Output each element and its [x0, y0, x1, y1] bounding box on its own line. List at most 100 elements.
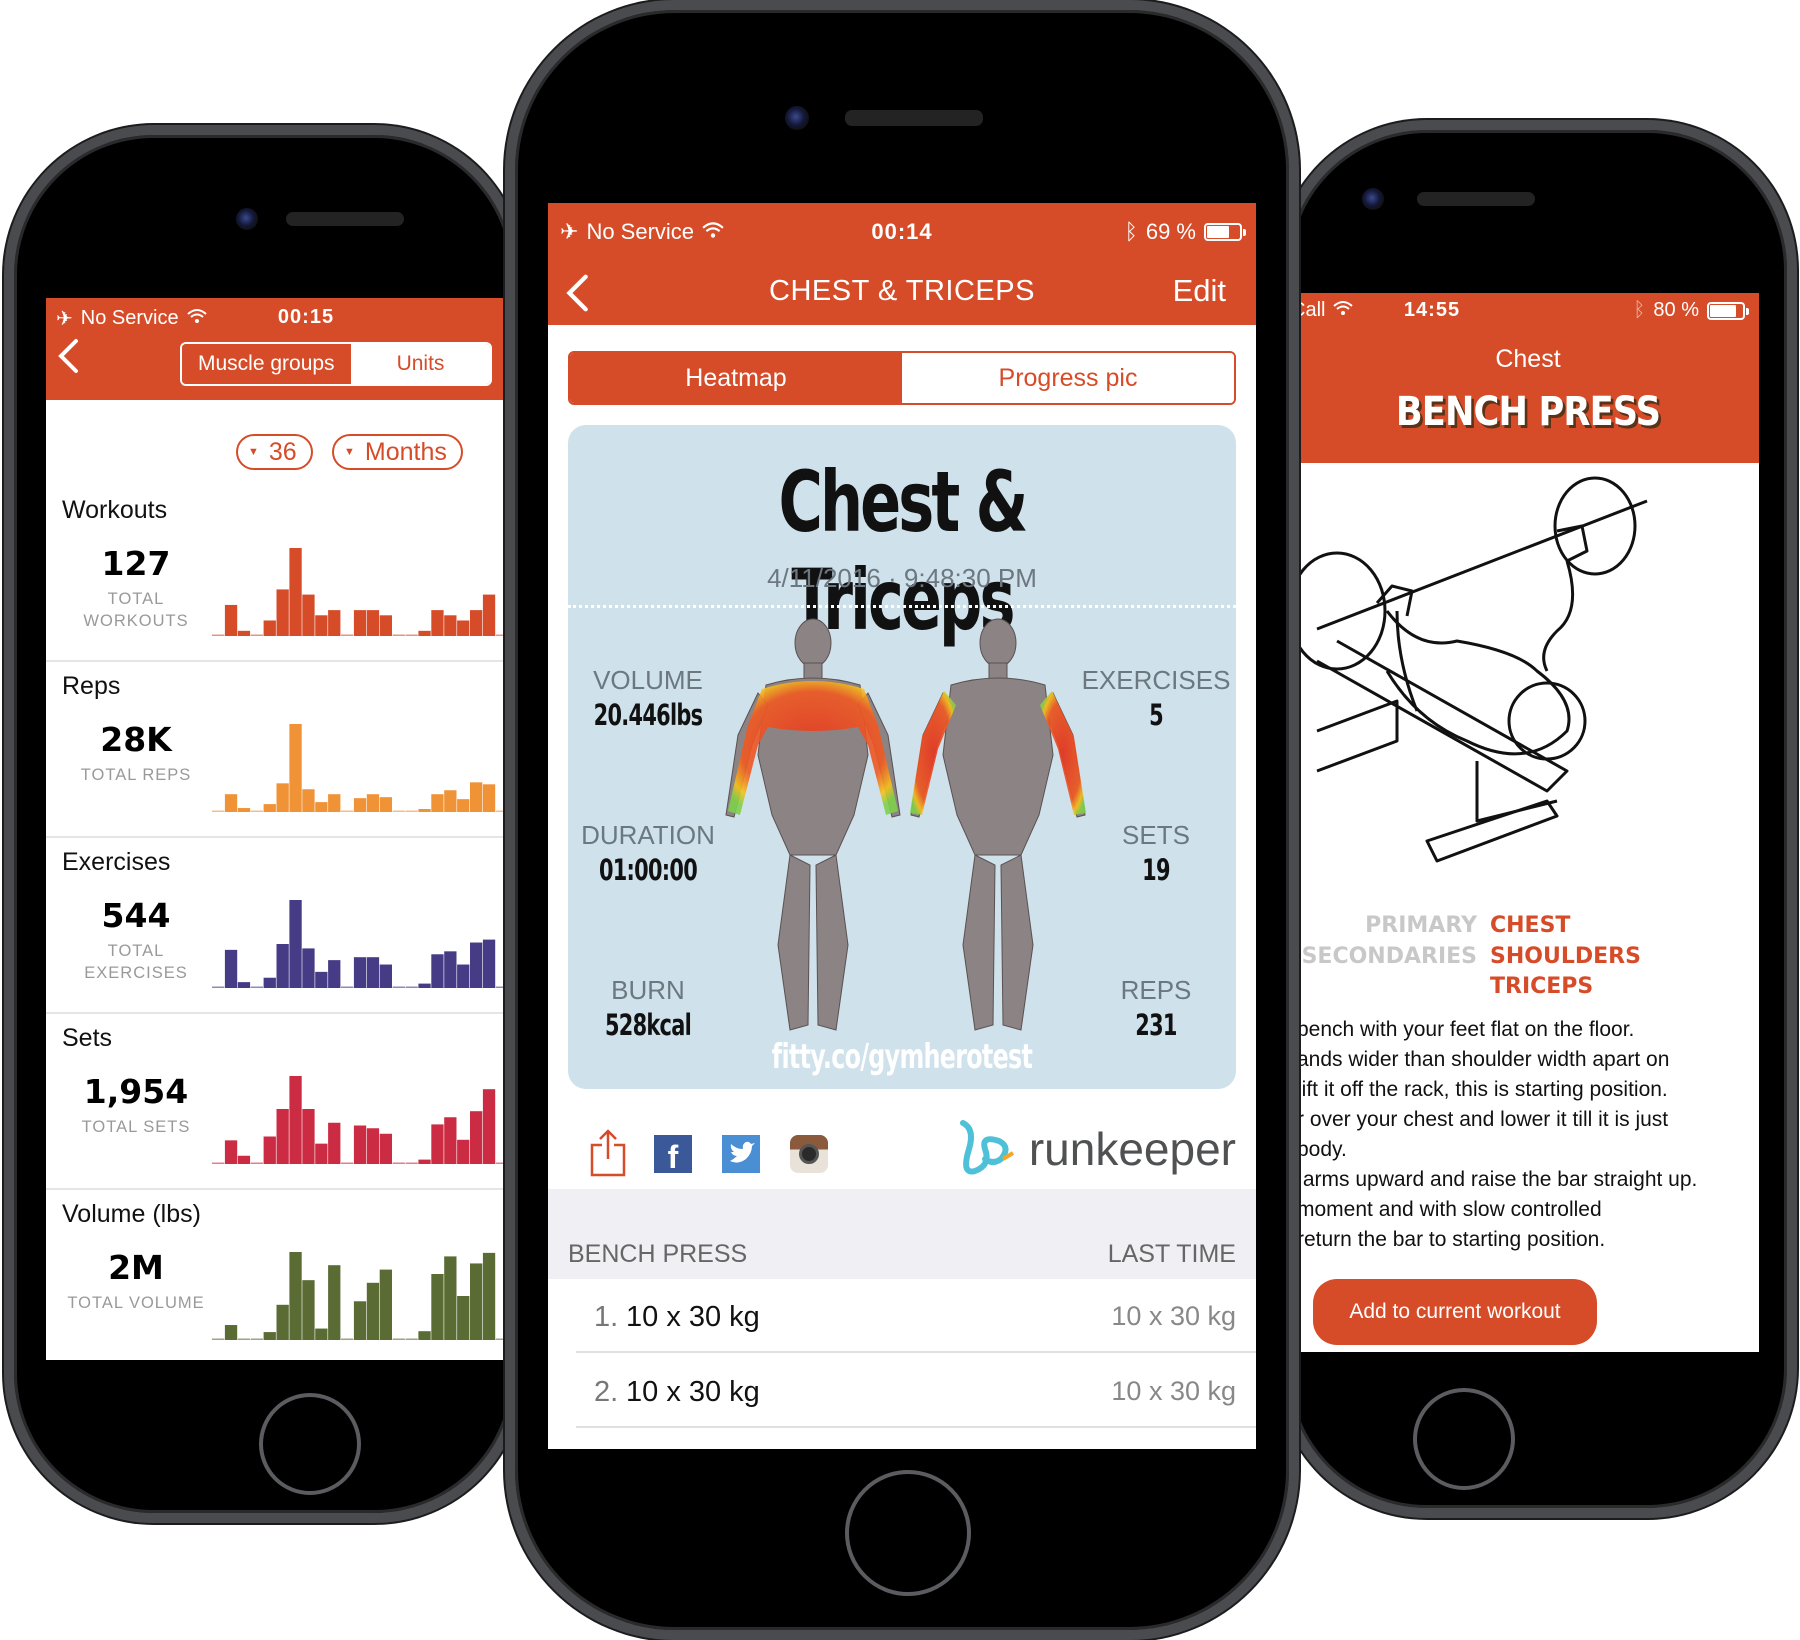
home-button[interactable]: [1413, 1388, 1515, 1490]
chart-bar: [470, 942, 483, 988]
chart-bar: [353, 957, 367, 988]
tab-heatmap[interactable]: Heatmap: [570, 353, 902, 403]
battery-icon: [1204, 223, 1246, 241]
navigation-bar: CHEST & TRICEPS Edit: [548, 263, 1256, 325]
back-button[interactable]: [56, 336, 80, 384]
stat-bar-chart: [212, 548, 516, 636]
earpiece-speaker: [1417, 192, 1535, 206]
chart-bar: [328, 960, 341, 988]
chart-bar: [366, 610, 380, 636]
facebook-icon[interactable]: f: [654, 1135, 692, 1175]
chart-bar: [315, 802, 328, 812]
chart-bar: [289, 724, 302, 812]
chart-bar: [302, 594, 315, 636]
chart-bar: [431, 794, 444, 812]
instagram-icon[interactable]: [790, 1135, 828, 1173]
segment-muscle-groups[interactable]: Muscle groups: [182, 344, 351, 384]
set-row[interactable]: 1. 10 x 30 kg 10 x 30 kg: [576, 1279, 1256, 1353]
chart-bar: [237, 982, 251, 988]
chart-bar: [237, 808, 251, 812]
runkeeper-logo[interactable]: runkeeper: [955, 1119, 1236, 1179]
chart-bar: [328, 1122, 341, 1164]
front-camera: [236, 208, 258, 230]
period-unit-dropdown[interactable]: ▼ Months: [332, 434, 463, 470]
set-number: 2.: [594, 1376, 619, 1408]
set-last-time: 10 x 30 kg: [1111, 1376, 1236, 1406]
chart-bar: [457, 799, 470, 812]
chart-bar: [405, 1162, 418, 1164]
chart-bar: [212, 1162, 225, 1164]
chart-bar: [237, 630, 251, 636]
metric-value: 19: [1142, 853, 1170, 887]
chart-bar: [212, 1338, 225, 1340]
bluetooth-icon: ᛒ: [1633, 299, 1646, 321]
stat-section[interactable]: Workouts 127 TOTAL WORKOUTS: [46, 486, 516, 662]
chart-bar: [224, 794, 238, 812]
secondary-muscle: TRICEPS: [1490, 974, 1594, 999]
chart-bar: [289, 548, 302, 636]
stat-section[interactable]: Reps 28K TOTAL REPS: [46, 662, 516, 838]
status-bar: ✈ No Service 00:15: [46, 298, 516, 338]
secondary-muscle: SHOULDERS: [1490, 944, 1641, 969]
stat-section[interactable]: Exercises 544 TOTAL EXERCISES: [46, 838, 516, 1014]
status-bar: ✈ No Service 00:14 ᛒ 69 %: [548, 203, 1256, 263]
twitter-icon[interactable]: [722, 1135, 760, 1173]
workout-share-card: Chest & Triceps 4/11/2016 · 9:48:30 PM V…: [568, 425, 1236, 1089]
chart-bar: [353, 1125, 367, 1164]
chart-bar: [263, 977, 276, 988]
status-time: 14:55: [1403, 299, 1461, 321]
metric-label: BURN: [611, 975, 685, 1005]
stat-section[interactable]: Sets 1,954 TOTAL SETS: [46, 1014, 516, 1190]
set-row[interactable]: 2. 10 x 30 kg 10 x 30 kg: [576, 1354, 1256, 1428]
set-last-time: 10 x 30 kg: [1111, 1301, 1236, 1331]
add-to-workout-button[interactable]: Add to current workout: [1313, 1279, 1597, 1345]
share-url[interactable]: fitty.co/gymherotest: [668, 1037, 1136, 1077]
chart-bar: [392, 986, 405, 988]
chart-bar: [392, 810, 405, 812]
home-button[interactable]: [845, 1470, 971, 1596]
phone-center-frame: ✈ No Service 00:14 ᛒ 69 % CHEST & TRICEP…: [505, 0, 1299, 1640]
chart-bar: [250, 1338, 263, 1340]
home-button[interactable]: [259, 1393, 361, 1495]
set-number: 1.: [594, 1301, 619, 1333]
chart-bar: [444, 615, 457, 636]
stat-sublabel: TOTAL SETS: [81, 1118, 191, 1136]
chart-bar: [276, 1109, 289, 1164]
chart-bar: [366, 1128, 380, 1164]
share-icon[interactable]: [588, 1129, 628, 1177]
chart-bar: [353, 798, 367, 812]
exercise-instructions: bench with your feet flat on the floor. …: [1297, 1018, 1698, 1251]
metric-duration: DURATION 01:00:00: [568, 820, 728, 887]
chart-bar: [289, 1252, 302, 1340]
bench-press-illustration: [1297, 471, 1717, 891]
stat-section[interactable]: Volume (lbs) 2M TOTAL VOLUME: [46, 1190, 516, 1360]
metric-label: SETS: [1122, 820, 1190, 850]
chart-bar: [250, 1162, 263, 1164]
metric-reps: REPS 231: [1076, 975, 1236, 1042]
stat-title: Reps: [62, 672, 121, 700]
primary-muscle: CHEST: [1490, 913, 1571, 938]
tab-progress-pic[interactable]: Progress pic: [902, 353, 1234, 403]
segment-units[interactable]: Units: [350, 344, 491, 384]
chart-bar: [341, 986, 354, 988]
chart-bar: [482, 939, 496, 988]
chart-bar: [328, 610, 341, 636]
secondaries-label: SECONDARIES: [1301, 944, 1477, 969]
period-count-value: 36: [268, 437, 297, 466]
chart-bar: [379, 797, 392, 812]
chart-bar: [366, 794, 380, 812]
phone-left-frame: ✈ No Service 00:15 Muscle groups Units ▼…: [4, 125, 524, 1523]
chart-bar: [263, 620, 276, 636]
chart-bar: [418, 630, 431, 636]
edit-button[interactable]: Edit: [1173, 273, 1226, 309]
set-row[interactable]: 3.10 x 30 kg10 x 30 kg: [576, 1429, 1256, 1449]
status-time: 00:15: [277, 306, 335, 328]
chart-bar: [302, 948, 315, 988]
stat-sublabel: TOTAL WORKOUTS: [83, 590, 189, 630]
chart-bar: [224, 604, 238, 636]
share-row: f runkeeper: [548, 1109, 1256, 1189]
period-count-dropdown[interactable]: ▼ 36: [236, 434, 313, 470]
chart-bar: [353, 1301, 367, 1340]
exercise-name: BENCH PRESS: [568, 1240, 748, 1268]
view-segmented-control: Heatmap Progress pic: [568, 351, 1236, 405]
